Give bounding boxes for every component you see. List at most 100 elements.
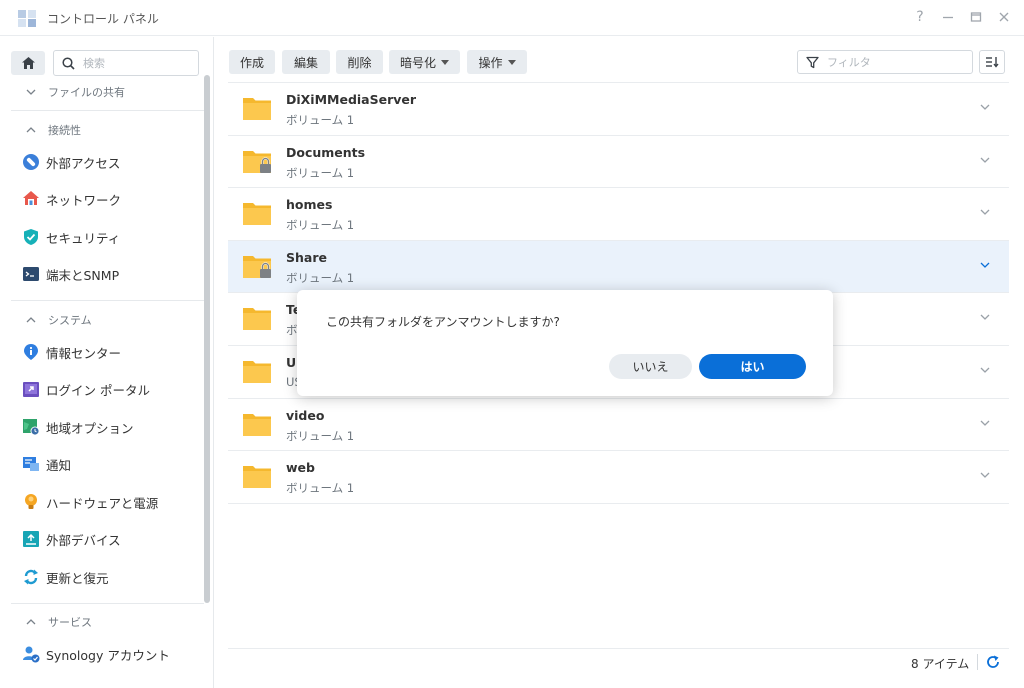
chevron-up-icon (26, 317, 36, 323)
chevron-down-icon[interactable] (979, 364, 991, 376)
create-button[interactable]: 作成 (229, 50, 275, 74)
sidebar-item-notification[interactable]: 通知 (0, 448, 204, 480)
section-system[interactable]: システム (0, 309, 204, 331)
sidebar-scrollbar[interactable] (204, 75, 210, 603)
chevron-up-icon (26, 619, 36, 625)
edit-button[interactable]: 編集 (282, 50, 330, 74)
folder-row[interactable]: homes ボリューム 1 (228, 187, 1009, 239)
home-button[interactable] (11, 51, 45, 75)
footer-separator (977, 654, 978, 670)
hardware-power-icon (25, 494, 37, 509)
minimize-icon (943, 16, 953, 19)
encrypted-folder-icon (243, 150, 271, 173)
no-button[interactable]: いいえ (609, 354, 692, 379)
divider (11, 110, 204, 111)
folder-icon (243, 98, 271, 120)
sidebar: ファイルの共有 接続性 外部アクセス ネットワーク セキュリティ (0, 37, 214, 688)
sidebar-item-label: ハードウェアと電源 (46, 495, 159, 511)
external-access-icon (23, 154, 39, 170)
sidebar-item-label: 端末とSNMP (46, 267, 120, 283)
sidebar-item-synology-account[interactable]: Synology アカウント (0, 638, 204, 670)
section-label: システム (48, 314, 92, 327)
section-connectivity[interactable]: 接続性 (0, 119, 204, 141)
close-button[interactable] (996, 8, 1012, 26)
list-bottom-divider (228, 502, 1009, 504)
sidebar-item-external-devices[interactable]: 外部デバイス (0, 523, 204, 555)
sidebar-item-login-portal[interactable]: ログイン ポータル (0, 373, 204, 405)
sidebar-item-info-center[interactable]: 情報センター (0, 336, 204, 368)
sidebar-item-label: ログイン ポータル (46, 382, 150, 398)
synology-account-icon (23, 646, 40, 663)
sidebar-item-label: ネットワーク (46, 192, 122, 208)
sort-icon (986, 57, 999, 68)
sidebar-item-label: 情報センター (46, 345, 122, 361)
chevron-down-icon[interactable] (979, 206, 991, 218)
sidebar-item-terminal-snmp[interactable]: 端末とSNMP (0, 258, 204, 290)
caret-down-icon (507, 59, 516, 65)
sidebar-item-update-restore[interactable]: 更新と復元 (0, 561, 204, 593)
folder-volume: ボリューム 1 (286, 218, 355, 233)
folder-volume: ボリューム 1 (286, 270, 355, 285)
control-panel-app-icon (18, 10, 36, 27)
chevron-down-icon[interactable] (979, 101, 991, 113)
yes-button[interactable]: はい (699, 354, 806, 379)
minimize-button[interactable] (940, 8, 956, 26)
regional-options-icon (23, 419, 40, 436)
section-services[interactable]: サービス (0, 611, 204, 633)
folder-row[interactable]: DiXiMMediaServer ボリューム 1 (228, 82, 1009, 134)
refresh-icon[interactable] (985, 654, 1001, 670)
external-devices-icon (23, 531, 39, 547)
sidebar-item-network[interactable]: ネットワーク (0, 183, 204, 215)
chevron-down-icon (26, 89, 36, 95)
folder-icon (243, 361, 271, 383)
section-file-sharing[interactable]: ファイルの共有 (0, 81, 204, 103)
help-button[interactable]: ? (912, 8, 928, 26)
folder-volume: ボ (286, 323, 298, 338)
sidebar-item-security[interactable]: セキュリティ (0, 221, 204, 253)
update-restore-icon (24, 569, 38, 585)
folder-row[interactable]: Documents ボリューム 1 (228, 134, 1009, 187)
chevron-down-icon[interactable] (979, 259, 991, 271)
title-bar: コントロール パネル ? (0, 0, 1024, 36)
delete-button[interactable]: 削除 (336, 50, 383, 74)
filter-icon (806, 56, 819, 68)
sort-button[interactable] (979, 50, 1005, 74)
filter-box[interactable] (797, 50, 973, 74)
terminal-icon (23, 267, 39, 281)
folder-row[interactable]: web ボリューム 1 (228, 450, 1009, 502)
folder-name: video (286, 407, 325, 423)
action-label: 操作 (478, 55, 503, 70)
unmount-confirm-dialog: この共有フォルダをアンマウントしますか? いいえ はい (297, 290, 833, 396)
action-dropdown-button[interactable]: 操作 (467, 50, 527, 74)
login-portal-icon (23, 382, 39, 397)
sidebar-item-regional-options[interactable]: 地域オプション (0, 411, 204, 443)
sidebar-search-input[interactable] (83, 56, 183, 70)
security-shield-icon (24, 229, 38, 245)
folder-name: Documents (286, 144, 366, 160)
item-count: 8 アイテム (911, 657, 970, 671)
chevron-up-icon (26, 127, 36, 133)
chevron-down-icon[interactable] (979, 154, 991, 166)
folder-volume: ボリューム 1 (286, 165, 355, 180)
sidebar-item-label: セキュリティ (46, 230, 121, 246)
home-icon (21, 57, 35, 69)
dialog-message: この共有フォルダをアンマウントしますか? (326, 315, 560, 329)
chevron-down-icon[interactable] (979, 417, 991, 429)
maximize-button[interactable] (968, 8, 984, 26)
sidebar-item-hardware-power[interactable]: ハードウェアと電源 (0, 486, 204, 518)
chevron-down-icon[interactable] (979, 311, 991, 323)
sidebar-item-label: 地域オプション (46, 420, 134, 436)
folder-row[interactable]: Share ボリューム 1 (228, 239, 1009, 292)
chevron-down-icon[interactable] (979, 469, 991, 481)
encryption-dropdown-button[interactable]: 暗号化 (389, 50, 460, 74)
sidebar-item-external-access[interactable]: 外部アクセス (0, 146, 204, 178)
sidebar-search[interactable] (53, 50, 199, 76)
folder-volume: ボリューム 1 (286, 481, 355, 496)
section-label: サービス (48, 616, 92, 629)
footer-divider (228, 648, 1009, 649)
info-center-icon (24, 344, 38, 360)
filter-input[interactable] (827, 55, 957, 69)
folder-row[interactable]: video ボリューム 1 (228, 397, 1009, 450)
folder-icon (243, 466, 271, 489)
folder-icon (243, 413, 271, 436)
